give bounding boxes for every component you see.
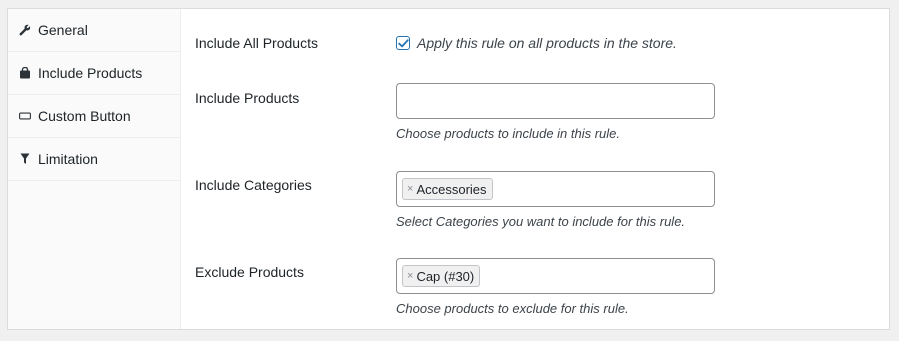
include-products-description: Choose products to include in this rule.	[396, 126, 621, 141]
sidebar-item-label: General	[38, 22, 88, 38]
checkmark-icon	[397, 38, 409, 47]
include-all-products-field: Apply this rule on all products in the s…	[396, 35, 677, 51]
exclude-products-field: × Cap (#30) Choose products to exclude f…	[396, 258, 715, 316]
include-categories-field: × Accessories Select Categories you want…	[396, 171, 715, 229]
button-icon	[18, 109, 32, 123]
include-categories-input[interactable]: × Accessories	[396, 171, 715, 207]
sidebar-item-limitation[interactable]: Limitation	[8, 138, 180, 181]
settings-sidebar: General Include Products Custom Button L…	[8, 9, 181, 329]
sidebar-item-label: Limitation	[38, 151, 98, 167]
sidebar-item-label: Custom Button	[38, 108, 131, 124]
include-products-field: Choose products to include in this rule.	[396, 83, 715, 141]
exclude-products-input[interactable]: × Cap (#30)	[396, 258, 715, 294]
settings-content: Include All Products Apply this rule on …	[181, 9, 889, 329]
include-categories-description: Select Categories you want to include fo…	[396, 214, 686, 229]
settings-panel: General Include Products Custom Button L…	[7, 8, 890, 330]
include-all-products-label: Include All Products	[195, 35, 318, 51]
include-all-checkbox-row[interactable]: Apply this rule on all products in the s…	[396, 35, 677, 51]
include-products-input[interactable]	[396, 83, 715, 119]
remove-token-icon[interactable]: ×	[407, 270, 413, 282]
sidebar-item-custom-button[interactable]: Custom Button	[8, 95, 180, 138]
include-all-checkbox[interactable]	[396, 36, 410, 50]
product-token: × Cap (#30)	[402, 265, 481, 287]
exclude-products-label: Exclude Products	[195, 264, 304, 280]
include-all-checkbox-text: Apply this rule on all products in the s…	[417, 35, 677, 51]
wrench-icon	[18, 23, 32, 37]
sidebar-item-general[interactable]: General	[8, 9, 180, 52]
include-products-label: Include Products	[195, 90, 300, 106]
exclude-products-description: Choose products to exclude for this rule…	[396, 301, 629, 316]
bag-icon	[18, 66, 32, 80]
include-categories-label: Include Categories	[195, 177, 312, 193]
remove-token-icon[interactable]: ×	[407, 183, 413, 195]
token-label: Cap (#30)	[416, 268, 475, 284]
token-label: Accessories	[416, 181, 487, 197]
sidebar-item-include-products[interactable]: Include Products	[8, 52, 180, 95]
category-token: × Accessories	[402, 178, 493, 200]
filter-icon	[18, 152, 32, 166]
sidebar-item-label: Include Products	[38, 65, 143, 81]
